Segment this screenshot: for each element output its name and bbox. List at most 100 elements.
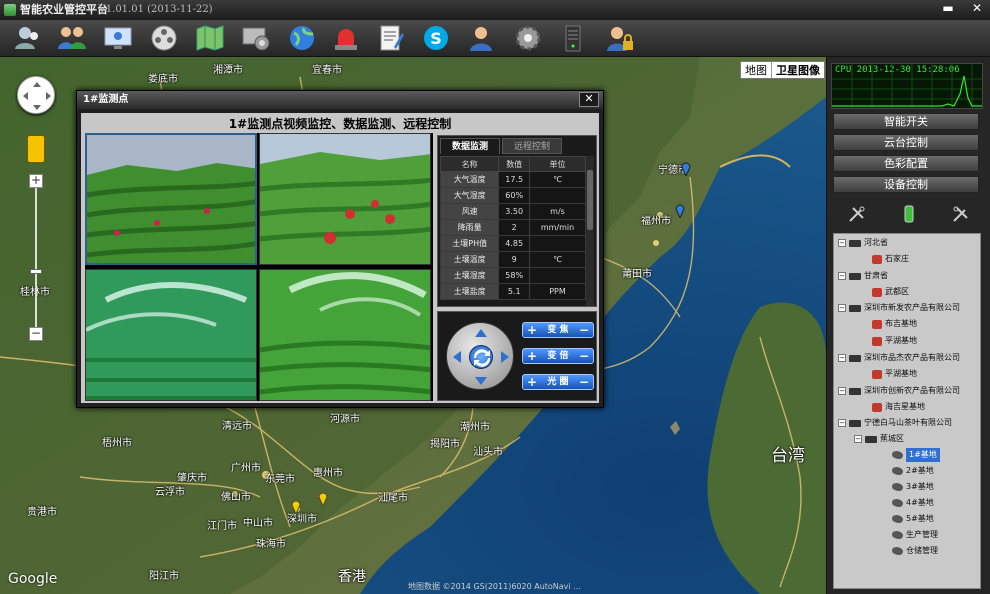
monitor-icon[interactable] xyxy=(102,23,134,53)
sensor-name: 风速 xyxy=(439,203,500,220)
iris-minus-icon[interactable]: − xyxy=(579,375,589,389)
map-label: 阳江市 xyxy=(149,571,179,582)
close-button[interactable]: ✕ xyxy=(966,0,988,18)
tree-node-label: 深圳市品杰农产品有限公司 xyxy=(864,353,960,362)
sensor-unit xyxy=(529,235,586,252)
collapse-toggle[interactable]: − xyxy=(838,419,846,427)
tree-node-group[interactable]: − 宁德白马山茶叶有限公司 xyxy=(838,416,952,430)
zoom-in-button[interactable]: + xyxy=(29,174,43,188)
camera-view-3[interactable] xyxy=(85,269,257,401)
sensor-name: 土壤PH值 xyxy=(439,235,500,252)
map-marker-icon[interactable] xyxy=(291,498,301,514)
map-label: 东莞市 xyxy=(265,474,295,485)
collapse-toggle[interactable]: − xyxy=(838,272,846,280)
document-icon[interactable] xyxy=(374,23,406,53)
alarm-icon[interactable] xyxy=(330,23,362,53)
zoom-minus-icon[interactable]: − xyxy=(579,323,589,337)
tree-node-group[interactable]: − 蕉城区 xyxy=(854,432,904,446)
table-row: 土壤PH值 4.85 xyxy=(439,235,586,252)
zoom-control-button[interactable]: + 变 焦 − xyxy=(522,322,594,338)
menu-ptz-control-button[interactable]: 云台控制 xyxy=(833,134,979,151)
collapse-toggle[interactable]: − xyxy=(838,304,846,312)
tree-node-camera[interactable]: 4#基地 xyxy=(892,496,934,510)
film-icon[interactable] xyxy=(148,23,180,53)
collapse-toggle[interactable]: − xyxy=(838,387,846,395)
zoom-out-button[interactable]: − xyxy=(29,327,43,341)
map-marker-icon[interactable] xyxy=(675,202,685,218)
tree-node-group[interactable]: − 深圳市新发农产品有限公司 xyxy=(838,301,960,315)
tree-node-camera[interactable]: 仓储管理 xyxy=(892,544,938,558)
tree-node-camera[interactable]: 生产管理 xyxy=(892,528,938,542)
pan-control[interactable] xyxy=(17,76,55,114)
camera-view-1[interactable] xyxy=(85,133,257,265)
camera-view-2[interactable] xyxy=(259,133,431,265)
tree-node-label: 5#基地 xyxy=(906,514,934,523)
server-icon[interactable] xyxy=(557,23,589,53)
map-marker-icon[interactable] xyxy=(681,160,691,176)
group-icon[interactable] xyxy=(56,23,88,53)
tree-node-base[interactable]: 平湖基地 xyxy=(872,334,917,348)
collapse-toggle[interactable]: − xyxy=(838,239,846,247)
monitor-point-dialog: 1#监测点 ✕ 1#监测点视频监控、数据监测、远程控制 数据监测 远程控制 名称… xyxy=(76,90,604,408)
tree-node-base[interactable]: 海吉星基地 xyxy=(872,400,925,414)
sensor-value: 60% xyxy=(498,187,530,204)
magnify-control-button[interactable]: + 变 倍 − xyxy=(522,348,594,364)
tree-node-camera[interactable]: 3#基地 xyxy=(892,480,934,494)
globe-icon[interactable] xyxy=(286,23,318,53)
battery-icon[interactable] xyxy=(899,205,919,223)
lock-user-icon[interactable] xyxy=(603,23,635,53)
tree-node-group[interactable]: − 河北省 xyxy=(838,236,888,250)
menu-smart-switch-button[interactable]: 智能开关 xyxy=(833,113,979,130)
user-icon[interactable] xyxy=(465,23,497,53)
sensor-name: 土壤盐度 xyxy=(439,283,500,300)
zoom-slider-track[interactable] xyxy=(35,181,37,341)
collapse-toggle[interactable]: − xyxy=(838,354,846,362)
scrollbar-thumb[interactable] xyxy=(587,170,593,230)
tree-node-group[interactable]: − 深圳市品杰农产品有限公司 xyxy=(838,351,960,365)
iris-plus-icon[interactable]: + xyxy=(527,375,537,389)
tab-data-monitoring[interactable]: 数据监测 xyxy=(440,138,500,154)
base-icon xyxy=(872,319,882,329)
wrench-icon[interactable] xyxy=(951,205,971,223)
menu-device-control-button[interactable]: 设备控制 xyxy=(833,176,979,193)
map-icon[interactable] xyxy=(194,23,226,53)
iris-control-button[interactable]: + 光 圈 − xyxy=(522,374,594,390)
users-icon[interactable] xyxy=(12,23,44,53)
zoom-slider-thumb[interactable] xyxy=(30,269,42,274)
tree-node-group[interactable]: − 深圳市创新农产品有限公司 xyxy=(838,384,960,398)
dialog-close-button[interactable]: ✕ xyxy=(579,92,599,107)
sensor-name: 土壤湿度 xyxy=(439,267,500,284)
tree-node-camera[interactable]: 5#基地 xyxy=(892,512,934,526)
tree-node-base[interactable]: 石家庄 xyxy=(872,252,909,266)
settings-display-icon[interactable] xyxy=(240,23,272,53)
ptz-direction-pad[interactable] xyxy=(446,322,514,390)
magnify-plus-icon[interactable]: + xyxy=(527,349,537,363)
tree-node-camera[interactable]: 1#基地 xyxy=(892,448,940,462)
zoom-plus-icon[interactable]: + xyxy=(527,323,537,337)
map-label: 贵港市 xyxy=(27,507,57,518)
minimize-button[interactable]: ▬ xyxy=(937,0,959,18)
magnify-minus-icon[interactable]: − xyxy=(579,349,589,363)
map-label: 娄底市 xyxy=(148,74,178,85)
tree-node-base[interactable]: 平湖基地 xyxy=(872,367,917,381)
map-marker-icon[interactable] xyxy=(318,490,328,506)
tab-remote-control[interactable]: 远程控制 xyxy=(502,138,562,154)
skype-icon[interactable]: S xyxy=(420,23,452,53)
menu-color-config-button[interactable]: 色彩配置 xyxy=(833,155,979,172)
table-row: 大气湿度 60% xyxy=(439,187,586,204)
map-type-satellite-button[interactable]: 卫星图像 xyxy=(771,62,824,78)
table-scrollbar[interactable] xyxy=(586,156,594,306)
tree-node-camera[interactable]: 2#基地 xyxy=(892,464,934,478)
gear-icon[interactable] xyxy=(512,23,544,53)
map-type-map-button[interactable]: 地图 xyxy=(741,62,771,78)
collapse-toggle[interactable]: − xyxy=(854,435,862,443)
camera-view-4[interactable] xyxy=(259,269,431,401)
street-view-pegman-icon[interactable] xyxy=(27,135,45,163)
tree-node-group[interactable]: − 甘肃省 xyxy=(838,269,888,283)
organization-icon xyxy=(849,354,861,362)
tree-node-base[interactable]: 布吉基地 xyxy=(872,317,917,331)
tools-icon[interactable] xyxy=(847,205,867,223)
cpu-monitor: CPU 2013-12-30 15:28:06 xyxy=(831,63,983,109)
tree-node-base[interactable]: 武都区 xyxy=(872,285,909,299)
ptz-refresh-button[interactable] xyxy=(469,345,493,369)
